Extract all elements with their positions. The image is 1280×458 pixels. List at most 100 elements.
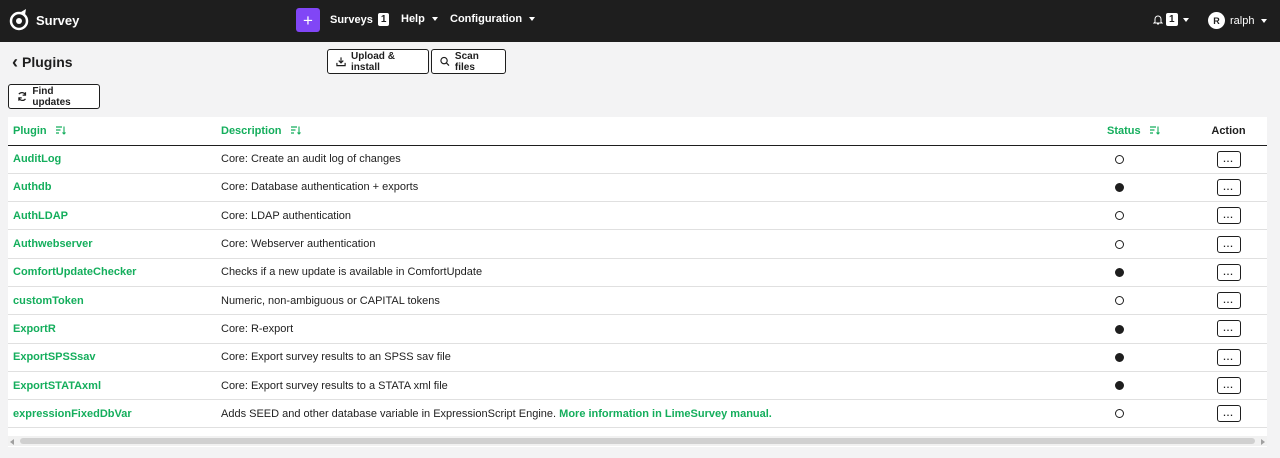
plugin-action: ... [1190, 258, 1267, 287]
plugins-table: Plugin Description Status Action AuditLo… [8, 117, 1267, 429]
create-button[interactable]: + [296, 8, 320, 32]
more-actions-button[interactable]: ... [1216, 320, 1241, 338]
plugin-name-link[interactable]: expressionFixedDbVar [8, 399, 216, 429]
plugin-name-link[interactable]: Authdb [8, 173, 216, 203]
plugin-description: Core: Database authentication + exports [216, 173, 1102, 203]
status-active-icon [1115, 183, 1124, 193]
sort-icon [55, 126, 66, 136]
more-actions-button[interactable]: ... [1216, 178, 1241, 196]
sort-icon [290, 126, 301, 136]
plugin-name-link[interactable]: ExportR [8, 314, 216, 344]
plugin-description: Adds SEED and other database variable in… [216, 399, 1102, 429]
back-icon[interactable]: ‹ [12, 53, 18, 71]
plugin-description-text: Checks if a new update is available in C… [221, 266, 483, 279]
configuration-label: Configuration [450, 13, 523, 25]
plugin-action: ... [1190, 314, 1267, 344]
plugin-name-link[interactable]: Authwebserver [8, 229, 216, 259]
status-active-icon [1115, 267, 1124, 277]
more-actions-button[interactable]: ... [1216, 235, 1241, 253]
table-row: expressionFixedDbVar Adds SEED and other … [8, 399, 1267, 429]
plugin-description-text: Core: Database authentication + exports [221, 181, 419, 194]
status-active-icon [1115, 381, 1124, 391]
more-actions-button[interactable]: ... [1216, 405, 1241, 423]
user-name: ralph [1230, 14, 1255, 27]
more-actions-button[interactable]: ... [1216, 150, 1241, 168]
plugin-name-link[interactable]: AuthLDAP [8, 201, 216, 231]
table-row: ExportR Core: R-export... [8, 314, 1267, 344]
table-row: Authwebserver Core: Webserver authenticat… [8, 229, 1267, 259]
plugin-description-text: Core: Create an audit log of changes [221, 153, 401, 166]
plugins-table-container: Plugin Description Status Action AuditLo… [8, 117, 1267, 447]
column-header-status[interactable]: Status [1102, 117, 1190, 146]
horizontal-scrollbar[interactable] [8, 436, 1267, 446]
more-actions-button[interactable]: ... [1216, 263, 1241, 281]
table-row: AuditLog Core: Create an audit log of cha… [8, 145, 1267, 174]
plugin-description: Core: LDAP authentication [216, 201, 1102, 231]
configuration-menu[interactable]: Configuration [450, 13, 536, 25]
manual-link[interactable]: More information in LimeSurvey manual. [559, 408, 772, 420]
scroll-right-icon[interactable] [1261, 439, 1265, 445]
plugin-name-link[interactable]: customToken [8, 286, 216, 316]
plugin-status [1102, 229, 1190, 259]
find-updates-button[interactable]: Find updates [8, 84, 100, 109]
plugin-name-link[interactable]: ComfortUpdateChecker [8, 258, 216, 287]
notifications-count-badge: 1 [1166, 13, 1178, 26]
table-row: ExportSPSSsav Core: Export survey results… [8, 343, 1267, 372]
upload-icon [336, 57, 346, 67]
plugin-description: Core: Webserver authentication [216, 229, 1102, 259]
plugin-description-text: Core: LDAP authentication [221, 209, 352, 222]
table-row: ComfortUpdateChecker Checks if a new upda… [8, 258, 1267, 287]
more-actions-button[interactable]: ... [1216, 207, 1241, 225]
bell-icon [1153, 15, 1163, 25]
plugin-name-link[interactable]: AuditLog [8, 145, 216, 174]
upload-install-label: Upload & install [351, 50, 395, 73]
plugin-status [1102, 145, 1190, 174]
plugin-name-link[interactable]: ExportSPSSsav [8, 343, 216, 372]
plugin-status [1102, 343, 1190, 372]
status-active-icon [1115, 352, 1124, 362]
status-active-icon [1115, 324, 1124, 334]
plugin-description-text: Core: Export survey results to an SPSS s… [221, 351, 451, 364]
notifications-menu[interactable]: 1 [1153, 13, 1189, 26]
plugin-status [1102, 399, 1190, 429]
status-inactive-icon [1115, 154, 1124, 164]
chevron-down-icon [431, 17, 438, 21]
table-row: AuthLDAP Core: LDAP authentication... [8, 201, 1267, 231]
plugin-description: Core: Export survey results to an SPSS s… [216, 343, 1102, 372]
plugin-action: ... [1190, 201, 1267, 231]
chevron-down-icon [1261, 18, 1268, 23]
plugin-description-text: Core: Webserver authentication [221, 238, 376, 251]
scrollbar-thumb[interactable] [20, 438, 1255, 444]
upload-install-button[interactable]: Upload & install [327, 49, 429, 74]
column-header-description[interactable]: Description [216, 117, 1102, 146]
scan-files-label: Scan files [454, 50, 479, 73]
status-inactive-icon [1115, 409, 1124, 419]
column-header-plugin[interactable]: Plugin [8, 117, 216, 146]
plugin-status [1102, 314, 1190, 344]
plugin-description-text: Numeric, non-ambiguous or CAPITAL tokens [221, 294, 440, 307]
scan-files-button[interactable]: Scan files [431, 49, 506, 74]
plugin-description: Core: Create an audit log of changes [216, 145, 1102, 174]
more-actions-button[interactable]: ... [1216, 377, 1241, 395]
page-title-text: Plugins [22, 54, 73, 70]
table-row: customToken Numeric, non-ambiguous or CAP… [8, 286, 1267, 316]
avatar: R [1208, 12, 1225, 29]
user-menu[interactable]: R ralph [1208, 12, 1268, 29]
help-menu[interactable]: Help [401, 13, 438, 25]
top-navbar: Survey + Surveys 1 Help Configuration 1 … [0, 0, 1280, 42]
plugin-action: ... [1190, 343, 1267, 372]
column-header-action: Action [1190, 117, 1267, 146]
scroll-left-icon[interactable] [10, 439, 14, 445]
plugin-status [1102, 371, 1190, 401]
plugin-name-link[interactable]: ExportSTATAxml [8, 371, 216, 401]
more-actions-button[interactable]: ... [1216, 292, 1241, 310]
more-actions-button[interactable]: ... [1216, 348, 1241, 366]
brand[interactable]: Survey [8, 9, 79, 31]
brand-name: Survey [36, 12, 80, 28]
plugin-status [1102, 201, 1190, 231]
surveys-menu[interactable]: Surveys 1 [330, 13, 390, 26]
chevron-down-icon [1182, 17, 1189, 22]
help-label: Help [401, 13, 425, 25]
plugin-description-text: Core: R-export [221, 322, 294, 335]
logo-icon [9, 9, 29, 31]
